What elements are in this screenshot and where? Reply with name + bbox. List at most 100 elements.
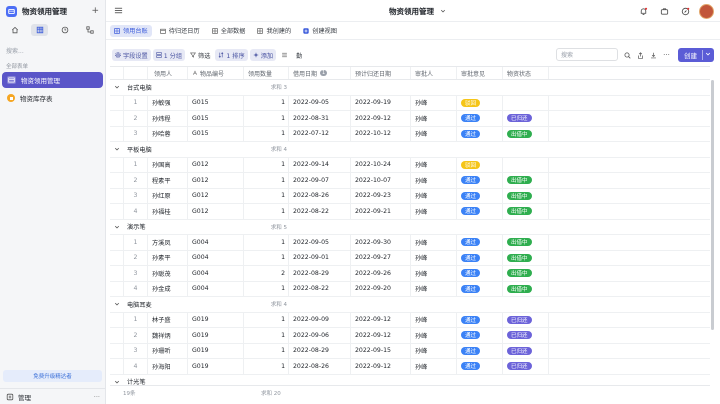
row-index[interactable]: 3 <box>124 343 148 358</box>
cell-return-date[interactable]: 2022-09-15 <box>351 343 411 358</box>
cell-recipient[interactable]: 孙哈蓉 <box>148 126 188 141</box>
workflow-icon[interactable] <box>82 24 99 36</box>
cell-qty[interactable]: 1 <box>244 111 289 126</box>
cell-recipient[interactable]: 孙金成 <box>148 281 188 296</box>
row-checkbox[interactable] <box>110 111 124 126</box>
table-row[interactable]: 3 孙聪茂 G004 2 2022-08-29 2022-09-26 孙峰 通过 出借中 <box>110 266 710 282</box>
cell-approver[interactable]: 孙峰 <box>411 126 457 141</box>
cell-approver[interactable]: 孙峰 <box>411 204 457 219</box>
cell-recipient[interactable]: 孙珊听 <box>148 343 188 358</box>
row-checkbox[interactable] <box>110 359 124 374</box>
filter-button[interactable]: 筛选 <box>187 49 213 61</box>
cell-borrow-date[interactable]: 2022-09-01 <box>289 250 351 265</box>
cell-item-no[interactable]: G004 <box>188 235 244 250</box>
table-row[interactable]: 2 程素平 G012 1 2022-09-07 2022-10-07 孙峰 通过 出借中 <box>110 173 710 189</box>
cell-return-date[interactable]: 2022-09-12 <box>351 312 411 327</box>
cell-return-date[interactable]: 2022-09-12 <box>351 359 411 374</box>
extra-button[interactable]: 勤 <box>293 49 305 61</box>
cell-borrow-date[interactable]: 2022-08-26 <box>289 188 351 203</box>
group-button[interactable]: 1 分组 <box>152 49 186 61</box>
row-checkbox[interactable] <box>110 328 124 343</box>
row-index[interactable]: 4 <box>124 204 148 219</box>
cell-item-no[interactable]: G012 <box>188 204 244 219</box>
cell-recipient[interactable]: 孙国高 <box>148 157 188 172</box>
chevron-down-icon[interactable] <box>705 51 711 57</box>
cell-approval[interactable]: 通过 <box>457 111 503 126</box>
row-checkbox[interactable] <box>110 204 124 219</box>
cell-qty[interactable]: 1 <box>244 312 289 327</box>
cell-return-date[interactable]: 2022-09-19 <box>351 95 411 110</box>
cell-approval[interactable]: 通过 <box>457 188 503 203</box>
cell-item-no[interactable]: G019 <box>188 359 244 374</box>
cell-approval[interactable]: 通过 <box>457 343 503 358</box>
manage-icon[interactable] <box>6 393 14 401</box>
cell-return-date[interactable]: 2022-09-12 <box>351 328 411 343</box>
cell-status[interactable]: 出借中 <box>503 173 549 188</box>
cell-recipient[interactable]: 孙聪茂 <box>148 266 188 281</box>
tab-return-calendar[interactable]: 待归还日历 <box>156 25 204 37</box>
download-icon[interactable] <box>648 49 659 61</box>
header-status[interactable]: 物资状态 <box>503 67 549 79</box>
cell-recipient[interactable]: 程素平 <box>148 173 188 188</box>
chevron-down-icon[interactable] <box>114 224 120 230</box>
cell-return-date[interactable]: 2022-09-27 <box>351 250 411 265</box>
cell-item-no[interactable]: G019 <box>188 312 244 327</box>
cell-status[interactable]: 已归还 <box>503 359 549 374</box>
cell-item-no[interactable]: G015 <box>188 95 244 110</box>
more-icon[interactable]: ··· <box>661 49 672 61</box>
row-index[interactable]: 2 <box>124 111 148 126</box>
cell-qty[interactable]: 1 <box>244 281 289 296</box>
cell-item-no[interactable]: G004 <box>188 281 244 296</box>
cell-qty[interactable]: 1 <box>244 343 289 358</box>
cell-approver[interactable]: 孙峰 <box>411 157 457 172</box>
sidebar-search-input[interactable]: 搜索... <box>6 44 99 56</box>
row-index[interactable]: 3 <box>124 126 148 141</box>
row-index[interactable]: 4 <box>124 281 148 296</box>
cell-item-no[interactable]: G019 <box>188 328 244 343</box>
group-title[interactable]: 演示笔 <box>110 220 146 235</box>
cell-qty[interactable]: 1 <box>244 95 289 110</box>
cell-borrow-date[interactable]: 2022-08-26 <box>289 359 351 374</box>
bell-icon[interactable] <box>635 3 651 19</box>
table-row[interactable]: 4 孙金成 G004 1 2022-08-22 2022-09-20 孙峰 通过 出借中 <box>110 281 710 297</box>
cell-approver[interactable]: 孙峰 <box>411 188 457 203</box>
group-row[interactable]: 台式电脑 求和 3 <box>110 80 710 96</box>
cell-borrow-date[interactable]: 2022-08-29 <box>289 343 351 358</box>
header-approval[interactable]: 审批意见 <box>457 67 503 79</box>
table-icon[interactable] <box>31 24 49 36</box>
table-row[interactable]: 4 孙福桂 G012 1 2022-08-22 2022-09-21 孙峰 通过 出借中 <box>110 204 710 220</box>
table-row[interactable]: 1 林子盛 G019 1 2022-09-09 2022-09-12 孙峰 通过 已归还 <box>110 312 710 328</box>
row-checkbox[interactable] <box>110 188 124 203</box>
header-borrow-date[interactable]: 借用日期 1 <box>289 67 351 79</box>
cell-approval[interactable]: 驳回 <box>457 157 503 172</box>
group-title[interactable]: 平板电脑 <box>110 142 152 157</box>
row-checkbox[interactable] <box>110 126 124 141</box>
cell-recipient[interactable]: 孙素平 <box>148 250 188 265</box>
cell-qty[interactable]: 1 <box>244 359 289 374</box>
row-checkbox[interactable] <box>110 250 124 265</box>
compass-icon[interactable] <box>677 3 693 19</box>
row-checkbox[interactable] <box>110 235 124 250</box>
table-row[interactable]: 1 孙敏强 G015 1 2022-09-05 2022-09-19 孙峰 驳回 <box>110 95 710 111</box>
sidebar-item-material-inventory[interactable]: 物资库存表 <box>2 90 103 106</box>
cell-recipient[interactable]: 孙敏强 <box>148 95 188 110</box>
row-index[interactable]: 4 <box>124 359 148 374</box>
cell-borrow-date[interactable]: 2022-09-09 <box>289 312 351 327</box>
share-icon[interactable] <box>635 49 646 61</box>
row-checkbox[interactable] <box>110 266 124 281</box>
header-recipient[interactable]: 领用人 <box>148 67 188 79</box>
row-checkbox[interactable] <box>110 312 124 327</box>
cell-approval[interactable]: 驳回 <box>457 95 503 110</box>
cell-borrow-date[interactable]: 2022-09-05 <box>289 235 351 250</box>
more-icon[interactable]: ··· <box>94 393 100 401</box>
create-view-button[interactable]: 创建视图 <box>299 25 341 37</box>
scrollbar[interactable] <box>711 80 714 330</box>
cell-approval[interactable]: 通过 <box>457 328 503 343</box>
sidebar-item-material-requisition[interactable]: 物资领用管理 <box>2 72 103 88</box>
cell-status[interactable]: 出借中 <box>503 281 549 296</box>
chevron-down-icon[interactable] <box>114 379 120 385</box>
cell-borrow-date[interactable]: 2022-08-22 <box>289 281 351 296</box>
cell-return-date[interactable]: 2022-09-23 <box>351 188 411 203</box>
cell-recipient[interactable]: 林子盛 <box>148 312 188 327</box>
cell-approver[interactable]: 孙峰 <box>411 95 457 110</box>
